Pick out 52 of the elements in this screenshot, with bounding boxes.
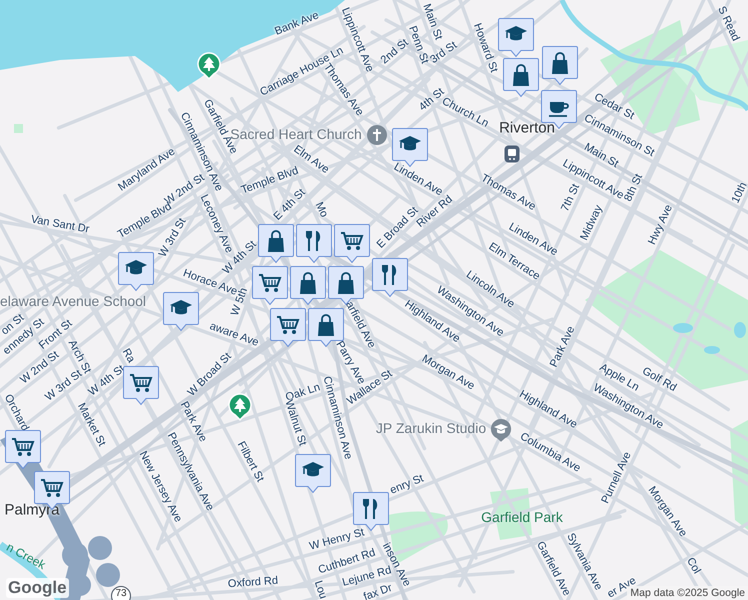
street-label: enry St xyxy=(388,473,426,497)
place-label: Sacred Heart Church xyxy=(230,127,362,141)
graduation-cap-pin-icon[interactable] xyxy=(163,292,199,332)
shopping-bag-pin-icon[interactable] xyxy=(258,224,294,264)
street-label: 2nd St xyxy=(379,38,411,66)
street-label: 10th xyxy=(730,180,748,206)
park-label: Garfield Park xyxy=(481,510,563,524)
tree-pin-icon[interactable] xyxy=(228,393,252,421)
street-label: Main St xyxy=(420,2,444,42)
place-label: elaware Avenue School xyxy=(0,294,146,308)
street-label: 3rd St xyxy=(428,40,460,66)
shopping-bag-pin-icon[interactable] xyxy=(542,46,578,86)
map-logo: Google xyxy=(6,578,69,598)
street-label: aware Ave xyxy=(208,321,260,349)
graduation-cap-pin-icon[interactable] xyxy=(118,252,154,292)
street-label: Mo xyxy=(312,200,330,220)
place-label: JP Zarukin Studio xyxy=(376,421,486,435)
street-label: Lou xyxy=(312,580,328,600)
graduation-cap-pin-icon[interactable] xyxy=(295,454,331,494)
street-label: E 4th St xyxy=(272,187,308,223)
town-label: Riverton xyxy=(499,120,555,136)
street-label: fax Dr xyxy=(362,582,394,600)
street-label: Walnut St xyxy=(282,398,308,448)
shopping-cart-pin-icon[interactable] xyxy=(252,266,288,306)
shopping-cart-pin-icon[interactable] xyxy=(334,224,370,264)
street-label: W 3rd St xyxy=(158,216,188,260)
street-label: 8th St xyxy=(622,172,646,204)
shopping-bag-pin-icon[interactable] xyxy=(290,266,326,306)
street-label: Hwy Ave xyxy=(647,203,675,247)
town-label: Palmyra xyxy=(4,502,60,518)
street-label: Col xyxy=(684,556,702,576)
street-label: Van Sant Dr xyxy=(30,214,90,236)
tree-pin-icon[interactable] xyxy=(197,52,221,80)
shopping-cart-pin-icon[interactable] xyxy=(123,366,159,406)
street-label: Park Ave xyxy=(548,324,578,370)
street-label: Bank Ave xyxy=(273,10,321,38)
street-label: S Read xyxy=(715,5,741,43)
fork-knife-pin-icon[interactable] xyxy=(372,258,408,298)
graduation-cap-icon[interactable] xyxy=(490,418,512,442)
shopping-cart-pin-icon[interactable] xyxy=(5,430,41,470)
graduation-cap-pin-icon[interactable] xyxy=(498,18,534,58)
street-label: W 3rd St xyxy=(44,368,84,404)
street-label: Ra xyxy=(120,347,136,365)
route-shield: 73 xyxy=(111,586,131,600)
shopping-bag-pin-icon[interactable] xyxy=(503,58,539,98)
cross-icon[interactable] xyxy=(366,124,388,146)
street-label: Oxford Rd xyxy=(228,576,278,590)
shopping-cart-pin-icon[interactable] xyxy=(270,308,306,348)
fork-knife-pin-icon[interactable] xyxy=(296,224,332,264)
park-area xyxy=(14,124,23,133)
street-label: Golf Rd xyxy=(640,366,678,394)
train-icon[interactable] xyxy=(504,145,520,163)
